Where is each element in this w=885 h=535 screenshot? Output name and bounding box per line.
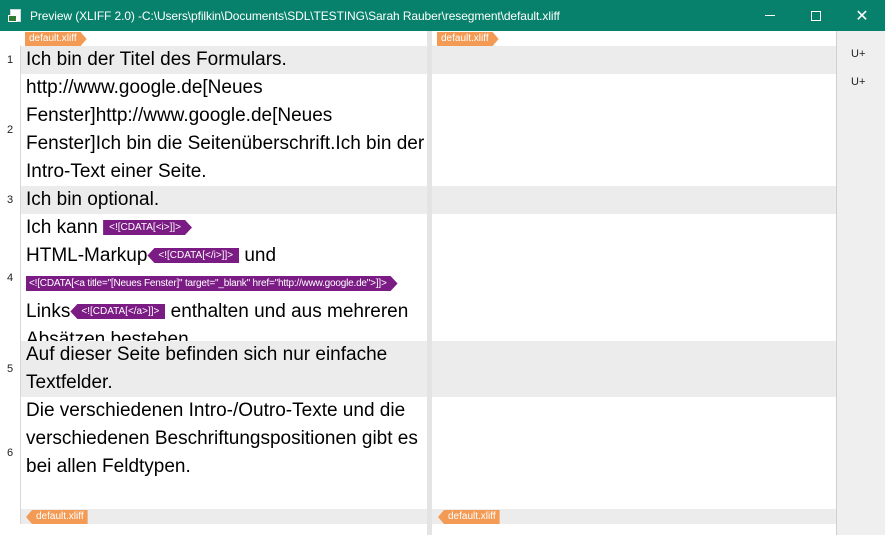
unicode-marker: U+	[851, 76, 866, 88]
inline-tag-italic-open: <![CDATA[<i>]]>	[103, 220, 192, 235]
text-run: HTML-Markup	[26, 245, 148, 266]
segment-number: 6	[6, 447, 14, 459]
maximize-icon	[811, 10, 821, 21]
segment-row-1: 1 Ich bin der Titel des Formulars.	[0, 46, 836, 74]
minimize-icon	[765, 15, 775, 16]
source-file-close-tag: default.xliff	[26, 510, 88, 524]
segment-row-6: 6 Die verschiedenen Intro-/Outro-Texte u…	[0, 397, 836, 509]
source-text: Ich kann <![CDATA[<i>]]> HTML-Markup <![C…	[20, 214, 427, 341]
segment-row-5: 5 Auf dieser Seite befinden sich nur ein…	[0, 341, 836, 397]
side-marker-panel: U+ U+	[836, 31, 885, 535]
segment-number: 4	[6, 271, 14, 284]
source-text: Auf dieser Seite befinden sich nur einfa…	[20, 341, 427, 397]
target-cell	[432, 397, 836, 509]
target-file-close-tag: default.xliff	[438, 510, 500, 524]
title-bar: Preview (XLIFF 2.0) -C:\Users\pfilkin\Do…	[0, 0, 885, 31]
source-text: Ich bin der Titel des Formulars.	[20, 46, 427, 74]
text-run: Links	[26, 301, 71, 322]
preview-content: default.xliff default.xliff 1 Ich bin de…	[0, 31, 885, 535]
source-text: Ich bin optional.	[20, 186, 427, 214]
window-title: Preview (XLIFF 2.0) -C:\Users\pfilkin\Do…	[30, 8, 560, 23]
target-cell	[432, 341, 836, 397]
segment-number: 1	[6, 54, 14, 66]
inline-tag-link-close: <![CDATA[</a>]]>	[70, 304, 166, 319]
segment-row-3: 3 Ich bin optional.	[0, 186, 836, 214]
close-button[interactable]: ✕	[839, 0, 885, 31]
close-icon: ✕	[855, 5, 869, 25]
minimize-button[interactable]	[747, 0, 793, 31]
file-end-row	[0, 509, 836, 524]
segment-number: 3	[6, 194, 14, 206]
target-cell	[432, 46, 836, 74]
xliff-preview-app-icon	[8, 8, 24, 24]
text-run: Ich kann	[26, 217, 104, 238]
target-cell	[432, 74, 836, 186]
segment-row-4: 4 Ich kann <![CDATA[<i>]]> HTML-Markup <!…	[0, 214, 836, 341]
target-cell	[432, 186, 836, 214]
target-cell	[432, 214, 836, 341]
inline-tag-italic-close: <![CDATA[</i>]]>	[147, 248, 240, 263]
source-file-open-tag: default.xliff	[25, 32, 87, 46]
unicode-marker: U+	[851, 48, 866, 60]
target-file-open-tag: default.xliff	[437, 32, 499, 46]
segment-number: 2	[6, 124, 14, 136]
source-text: http://www.google.de[Neues Fenster]http:…	[20, 74, 427, 186]
segment-row-2: 2 http://www.google.de[Neues Fenster]htt…	[0, 74, 836, 186]
maximize-button[interactable]	[793, 0, 839, 31]
segment-number: 5	[6, 363, 14, 375]
source-text: Die verschiedenen Intro-/Outro-Texte und…	[20, 397, 427, 509]
text-run: und	[239, 245, 277, 266]
inline-tag-link-open: <![CDATA[<a title="[Neues Fenster]" targ…	[26, 276, 398, 291]
